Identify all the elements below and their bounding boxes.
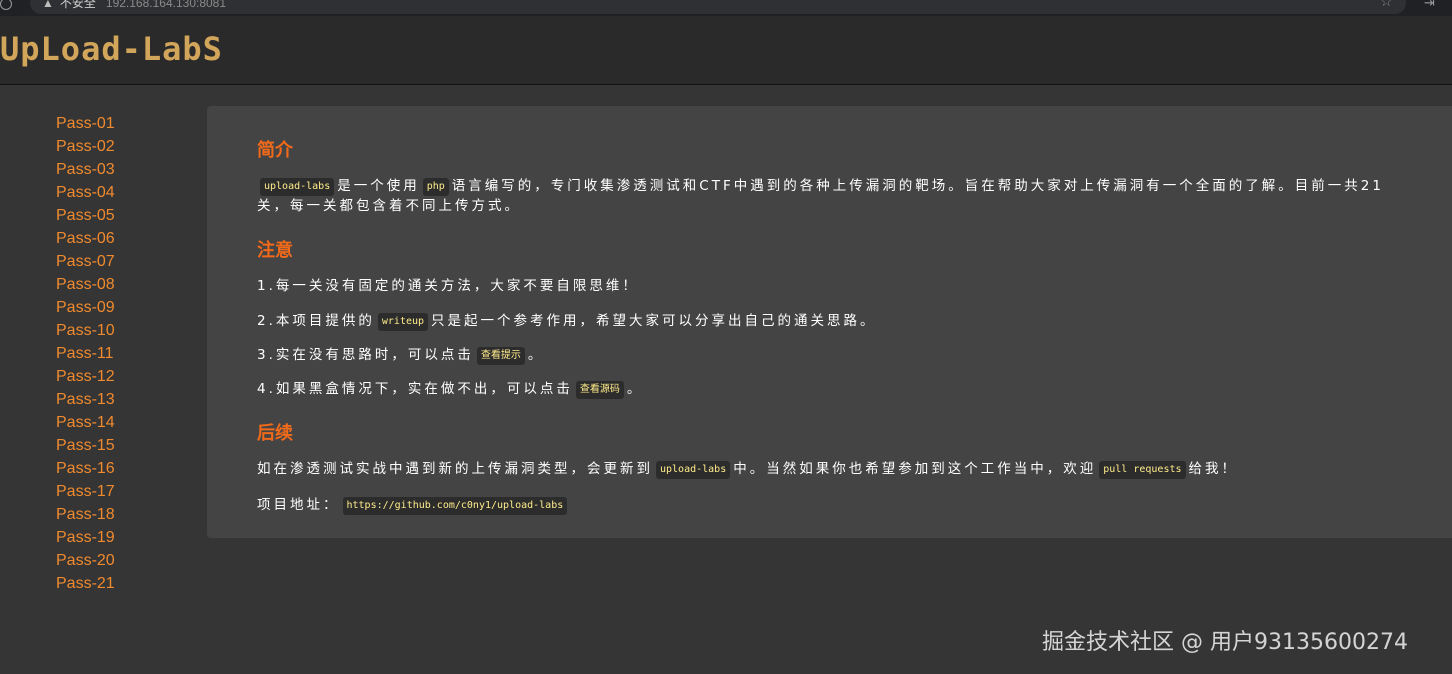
project-address-line: 项目地址： https://github.com/c0ny1/upload-lab…: [257, 495, 1397, 515]
notice-item-4-text-a: 4.如果黑盒情况下，实在做不出，可以点击: [257, 381, 573, 397]
warning-lock-icon[interactable]: ▲: [42, 0, 54, 10]
sidebar-item-pass-03[interactable]: Pass-03: [56, 158, 176, 181]
sidebar-item-pass-10[interactable]: Pass-10: [56, 319, 176, 342]
show-hint-link[interactable]: 查看提示: [476, 347, 525, 365]
sidebar-item-pass-15[interactable]: Pass-15: [56, 434, 176, 457]
sidebar-item-pass-11[interactable]: Pass-11: [56, 342, 176, 365]
url-text[interactable]: 192.168.164.130:8081: [106, 0, 226, 10]
followup-text-3: 给我！: [1188, 461, 1239, 477]
sidebar-item-pass-13[interactable]: Pass-13: [56, 388, 176, 411]
followup-heading: 后续: [257, 423, 293, 443]
sidebar-item-pass-20[interactable]: Pass-20: [56, 549, 176, 572]
sidebar-item-pass-17[interactable]: Pass-17: [56, 480, 176, 503]
show-source-link[interactable]: 查看源码: [575, 381, 624, 399]
sidebar-item-pass-12[interactable]: Pass-12: [56, 365, 176, 388]
intro-text-1: 是一个使用: [337, 178, 420, 194]
sidebar-item-pass-18[interactable]: Pass-18: [56, 503, 176, 526]
main-content-panel: 简介 upload-labs 是一个使用 php 语言编写的，专门收集渗透测试和CTF…: [207, 106, 1452, 538]
code-upload-labs: upload-labs: [260, 178, 335, 196]
code-writeup: writeup: [377, 313, 429, 331]
sidebar-item-pass-14[interactable]: Pass-14: [56, 411, 176, 434]
notice-item-3-text-b: 。: [527, 347, 545, 363]
sidebar-item-pass-08[interactable]: Pass-08: [56, 273, 176, 296]
notice-item-2-text-a: 2.本项目提供的: [257, 313, 375, 329]
security-label[interactable]: 不安全: [60, 0, 96, 10]
notice-item-1: 1.每一关没有固定的通关方法，大家不要自限思维！: [257, 278, 639, 294]
sidebar-item-pass-21[interactable]: Pass-21: [56, 572, 176, 595]
bookmark-star-icon[interactable]: ☆: [1380, 0, 1393, 10]
sidebar-item-pass-19[interactable]: Pass-19: [56, 526, 176, 549]
intro-heading: 简介: [257, 140, 293, 160]
followup-paragraph: 如在渗透测试实战中遇到新的上传漏洞类型，会更新到 upload-labs 中。当然如…: [257, 459, 1397, 479]
site-logo[interactable]: UpLoad-LabS: [0, 30, 223, 68]
reload-icon[interactable]: [0, 0, 12, 10]
followup-text-1: 如在渗透测试实战中遇到新的上传漏洞类型，会更新到: [257, 461, 653, 477]
notice-heading: 注意: [257, 240, 293, 260]
address-bar[interactable]: ▲ 不安全 192.168.164.130:8081: [30, 0, 1406, 14]
sidebar-item-pass-05[interactable]: Pass-05: [56, 204, 176, 227]
browser-toolbar: ▲ 不安全 192.168.164.130:8081 ☆ ⇥: [0, 0, 1452, 16]
sidebar-item-pass-06[interactable]: Pass-06: [56, 227, 176, 250]
notice-item-2: 2.本项目提供的 writeup 只是起一个参考作用，希望大家可以分享出自己的通关思…: [257, 311, 1397, 331]
notice-item-4-text-b: 。: [626, 381, 644, 397]
intro-paragraph: upload-labs 是一个使用 php 语言编写的，专门收集渗透测试和CTF中遇到…: [257, 176, 1397, 216]
sidebar-item-pass-02[interactable]: Pass-02: [56, 135, 176, 158]
extensions-icon[interactable]: ⇥: [1424, 0, 1435, 11]
code-php: php: [422, 178, 449, 196]
sidebar-item-pass-07[interactable]: Pass-07: [56, 250, 176, 273]
notice-item-4: 4.如果黑盒情况下，实在做不出，可以点击 查看源码。: [257, 379, 1397, 399]
code-pull-requests: pull requests: [1099, 461, 1186, 479]
sidebar-item-pass-04[interactable]: Pass-04: [56, 181, 176, 204]
followup-text-2: 中。当然如果你也希望参加到这个工作当中，欢迎: [733, 461, 1097, 477]
site-header: UpLoad-LabS: [0, 16, 1452, 85]
project-url-link[interactable]: https://github.com/c0ny1/upload-labs: [342, 497, 568, 515]
watermark-text: 掘金技术社区 @ 用户93135600274: [1042, 630, 1408, 655]
sidebar-item-pass-09[interactable]: Pass-09: [56, 296, 176, 319]
project-address-label: 项目地址：: [257, 497, 340, 513]
sidebar-item-pass-01[interactable]: Pass-01: [56, 112, 176, 135]
notice-item-3-text-a: 3.实在没有思路时，可以点击: [257, 347, 474, 363]
notice-item-3: 3.实在没有思路时，可以点击 查看提示。: [257, 345, 1397, 365]
notice-item-2-text-b: 只是起一个参考作用，希望大家可以分享出自己的通关思路。: [431, 313, 877, 329]
sidebar-item-pass-16[interactable]: Pass-16: [56, 457, 176, 480]
code-upload-labs-2: upload-labs: [656, 461, 731, 479]
pass-sidebar: Pass-01 Pass-02 Pass-03 Pass-04 Pass-05 …: [56, 112, 176, 595]
